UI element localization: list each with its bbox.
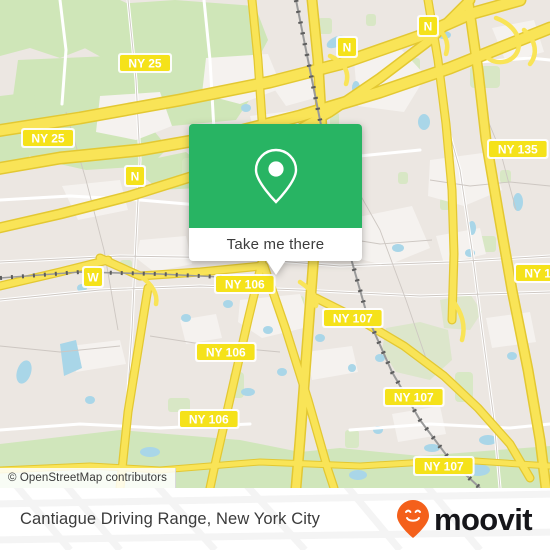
popup-header xyxy=(189,124,362,228)
road-shield: NY 25 xyxy=(21,128,75,148)
road-shield: NY 13 xyxy=(514,263,550,283)
popup-pointer xyxy=(265,260,286,275)
road-shield-label: NY 107 xyxy=(394,390,434,404)
road-shield-label: NY 106 xyxy=(189,412,229,426)
road-shield-label: N xyxy=(424,19,433,33)
moovit-wordmark: moovit xyxy=(433,501,533,537)
road-shield-label: NY 106 xyxy=(225,277,265,291)
road-shield-label: NY 106 xyxy=(206,345,246,359)
road-shield: NY 107 xyxy=(322,308,384,328)
road-shield-label: N xyxy=(343,40,352,54)
road-shield: NY 107 xyxy=(413,456,475,476)
road-shield: NY 25 xyxy=(118,53,172,73)
road-shield: NY 107 xyxy=(383,387,445,407)
road-shield-label: NY 107 xyxy=(424,459,464,473)
location-title: Cantiague Driving Range, New York City xyxy=(20,509,321,528)
map-page: NY 25 NY 25 N N N NY 135 NY 13 W NY 106 NY 107 NY … xyxy=(0,0,550,550)
road-shield-label: NY 107 xyxy=(333,311,373,325)
road-shield-label: N xyxy=(131,169,140,183)
map-pin-icon xyxy=(254,148,297,204)
road-shield: NY 106 xyxy=(178,409,240,429)
popup-action-bar[interactable]: Take me there xyxy=(189,228,362,261)
road-shield: N xyxy=(336,36,358,58)
road-shield-label: NY 135 xyxy=(498,142,538,156)
road-shield: NY 106 xyxy=(195,342,257,362)
moovit-pin-icon xyxy=(396,500,429,538)
road-shield: NY 135 xyxy=(487,139,549,159)
road-shield-label: W xyxy=(87,270,99,284)
moovit-logo[interactable]: moovit xyxy=(396,499,533,539)
road-shield-label: NY 13 xyxy=(524,266,550,280)
location-popup[interactable]: Take me there xyxy=(189,124,362,275)
road-shield: N xyxy=(417,15,439,37)
road-shield: N xyxy=(124,165,146,187)
take-me-there-label: Take me there xyxy=(226,236,325,253)
road-shield: W xyxy=(82,266,104,288)
road-shield-label: NY 25 xyxy=(31,131,64,145)
road-shield: NY 106 xyxy=(214,274,276,294)
page-footer: Cantiague Driving Range, New York City m… xyxy=(0,488,550,550)
attribution-text: © OpenStreetMap contributors xyxy=(8,472,167,484)
osm-attribution[interactable]: © OpenStreetMap contributors xyxy=(0,468,176,488)
road-shield-label: NY 25 xyxy=(128,56,161,70)
